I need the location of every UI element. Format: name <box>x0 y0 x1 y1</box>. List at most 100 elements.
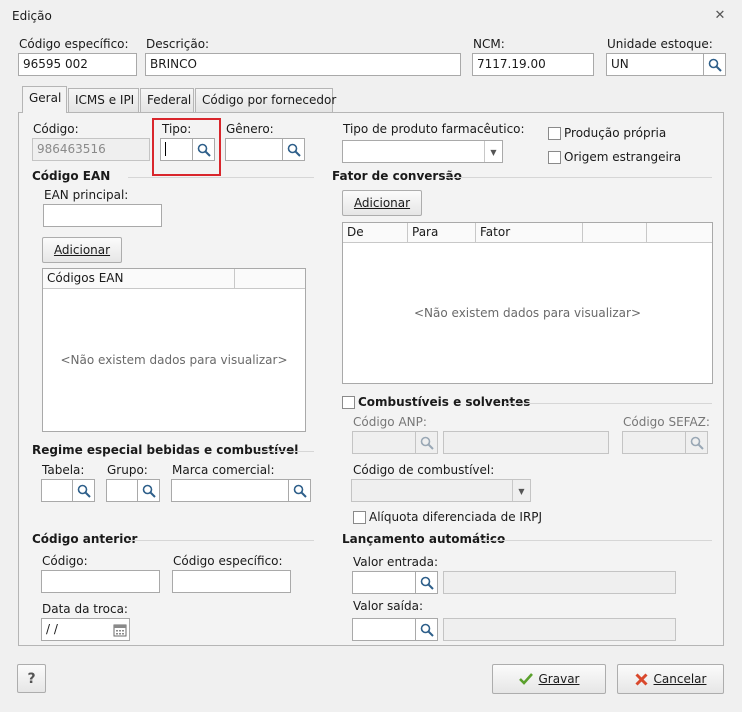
lancamento-section-title: Lançamento automático <box>342 532 506 546</box>
tab-codigo-fornecedor[interactable]: Código por fornecedor <box>195 88 336 112</box>
fator-col-de[interactable]: De <box>343 223 408 242</box>
search-icon <box>420 576 434 590</box>
ean-grid-column[interactable]: Códigos EAN <box>43 269 235 288</box>
close-icon[interactable]: ✕ <box>712 8 728 24</box>
search-icon <box>287 143 301 157</box>
codigo-sefaz-label: Código SEFAZ: <box>623 415 710 429</box>
valor-saida-description <box>443 618 676 641</box>
codigo-especifico-field[interactable]: 96595 002 <box>18 53 137 76</box>
codigo-sefaz-field <box>622 431 686 454</box>
regime-section-title: Regime especial bebidas e combustível <box>32 443 299 457</box>
origem-estrangeira-checkbox[interactable] <box>548 151 561 164</box>
tab-icms-ipi[interactable]: ICMS e IPI <box>68 88 139 112</box>
combustiveis-separator <box>504 403 712 404</box>
valor-entrada-label: Valor entrada: <box>353 555 439 569</box>
unidade-estoque-field[interactable]: UN <box>606 53 704 76</box>
valor-entrada-description <box>443 571 676 594</box>
tabela-search-button[interactable] <box>73 479 95 502</box>
ean-section-title: Código EAN <box>32 169 111 183</box>
fator-grid[interactable]: De Para Fator <Não existem dados para vi… <box>342 222 713 384</box>
cancelar-label: Cancelar <box>653 672 707 686</box>
anterior-codigo-especifico-field[interactable] <box>172 570 291 593</box>
genero-search-button[interactable] <box>283 138 305 161</box>
codigo-anp-description <box>443 431 609 454</box>
data-troca-field[interactable]: / / <box>41 618 111 641</box>
search-icon <box>77 484 91 498</box>
tipo-farmaceutico-select[interactable]: ▼ <box>342 140 503 163</box>
dropdown-arrow-icon: ▼ <box>512 480 530 501</box>
search-icon <box>142 484 156 498</box>
origem-estrangeira-label: Origem estrangeira <box>564 150 682 164</box>
data-troca-label: Data da troca: <box>42 602 128 616</box>
ncm-label: NCM: <box>473 37 505 51</box>
gravar-button[interactable]: Gravar <box>492 664 606 694</box>
search-icon <box>690 436 704 450</box>
ean-add-button[interactable]: Adicionar <box>42 237 122 263</box>
tipo-field[interactable] <box>160 138 193 161</box>
tabela-field[interactable] <box>41 479 73 502</box>
fator-col-blank-2 <box>647 223 712 242</box>
fator-col-fator[interactable]: Fator <box>476 223 583 242</box>
combustiveis-label: Combustíveis e solventes <box>358 395 531 409</box>
fator-col-para[interactable]: Para <box>408 223 476 242</box>
combustiveis-checkbox[interactable] <box>342 396 355 409</box>
dropdown-arrow-icon[interactable]: ▼ <box>484 141 502 162</box>
valor-entrada-field[interactable] <box>352 571 416 594</box>
grupo-label: Grupo: <box>107 463 148 477</box>
tab-federal[interactable]: Federal <box>140 88 194 112</box>
codigo-anp-field <box>352 431 416 454</box>
marca-comercial-label: Marca comercial: <box>172 463 275 477</box>
anterior-section-title: Código anterior <box>32 532 138 546</box>
unidade-search-button[interactable] <box>704 53 726 76</box>
cancelar-button[interactable]: Cancelar <box>617 664 724 694</box>
help-button[interactable]: ? <box>17 664 46 693</box>
unidade-estoque-label: Unidade estoque: <box>607 37 713 51</box>
producao-propria-label: Produção própria <box>564 126 667 140</box>
tab-geral[interactable]: Geral <box>22 86 67 113</box>
aliquota-label: Alíquota diferenciada de IRPJ <box>369 510 543 524</box>
codigo-anp-search-button <box>416 431 438 454</box>
gravar-label: Gravar <box>538 672 580 686</box>
tipo-farmaceutico-label: Tipo de produto farmacêutico: <box>343 122 525 136</box>
window-title: Edição <box>12 9 52 23</box>
fator-grid-header: De Para Fator <box>343 223 712 243</box>
calendar-button[interactable] <box>110 618 130 641</box>
ean-grid[interactable]: Códigos EAN <Não existem dados para visu… <box>42 268 306 432</box>
grupo-search-button[interactable] <box>138 479 160 502</box>
regime-separator <box>258 451 314 452</box>
ncm-field[interactable]: 7117.19.00 <box>472 53 594 76</box>
anterior-codigo-especifico-label: Código específico: <box>173 554 283 568</box>
marca-comercial-field[interactable] <box>171 479 289 502</box>
fator-section-title: Fator de conversão <box>332 169 462 183</box>
ean-separator <box>128 177 314 178</box>
valor-saida-field[interactable] <box>352 618 416 641</box>
search-icon <box>420 623 434 637</box>
tabela-label: Tabela: <box>42 463 85 477</box>
ean-principal-label: EAN principal: <box>44 188 129 202</box>
ean-grid-column-blank <box>235 269 305 288</box>
codigo-combustivel-select: ▼ <box>351 479 531 502</box>
tipo-label: Tipo: <box>162 122 192 136</box>
producao-propria-checkbox[interactable] <box>548 127 561 140</box>
codigo-anp-label: Código ANP: <box>353 415 427 429</box>
codigo-especifico-label: Código específico: <box>19 37 129 51</box>
anterior-codigo-field[interactable] <box>41 570 160 593</box>
tipo-search-button[interactable] <box>193 138 215 161</box>
genero-field[interactable] <box>225 138 283 161</box>
grupo-field[interactable] <box>106 479 138 502</box>
fator-add-button[interactable]: Adicionar <box>342 190 422 216</box>
descricao-label: Descrição: <box>146 37 210 51</box>
codigo-combustivel-label: Código de combustível: <box>353 463 495 477</box>
aliquota-checkbox[interactable] <box>353 511 366 524</box>
ean-add-label: Adicionar <box>53 243 111 257</box>
codigo-label: Código: <box>33 122 79 136</box>
lancamento-separator <box>480 540 712 541</box>
descricao-field[interactable]: BRINCO <box>145 53 461 76</box>
ean-principal-field[interactable] <box>43 204 162 227</box>
valor-entrada-search-button[interactable] <box>416 571 438 594</box>
valor-saida-label: Valor saída: <box>353 599 424 613</box>
codigo-field: 986463516 <box>32 138 150 161</box>
valor-saida-search-button[interactable] <box>416 618 438 641</box>
marca-search-button[interactable] <box>289 479 311 502</box>
search-icon <box>708 58 722 72</box>
